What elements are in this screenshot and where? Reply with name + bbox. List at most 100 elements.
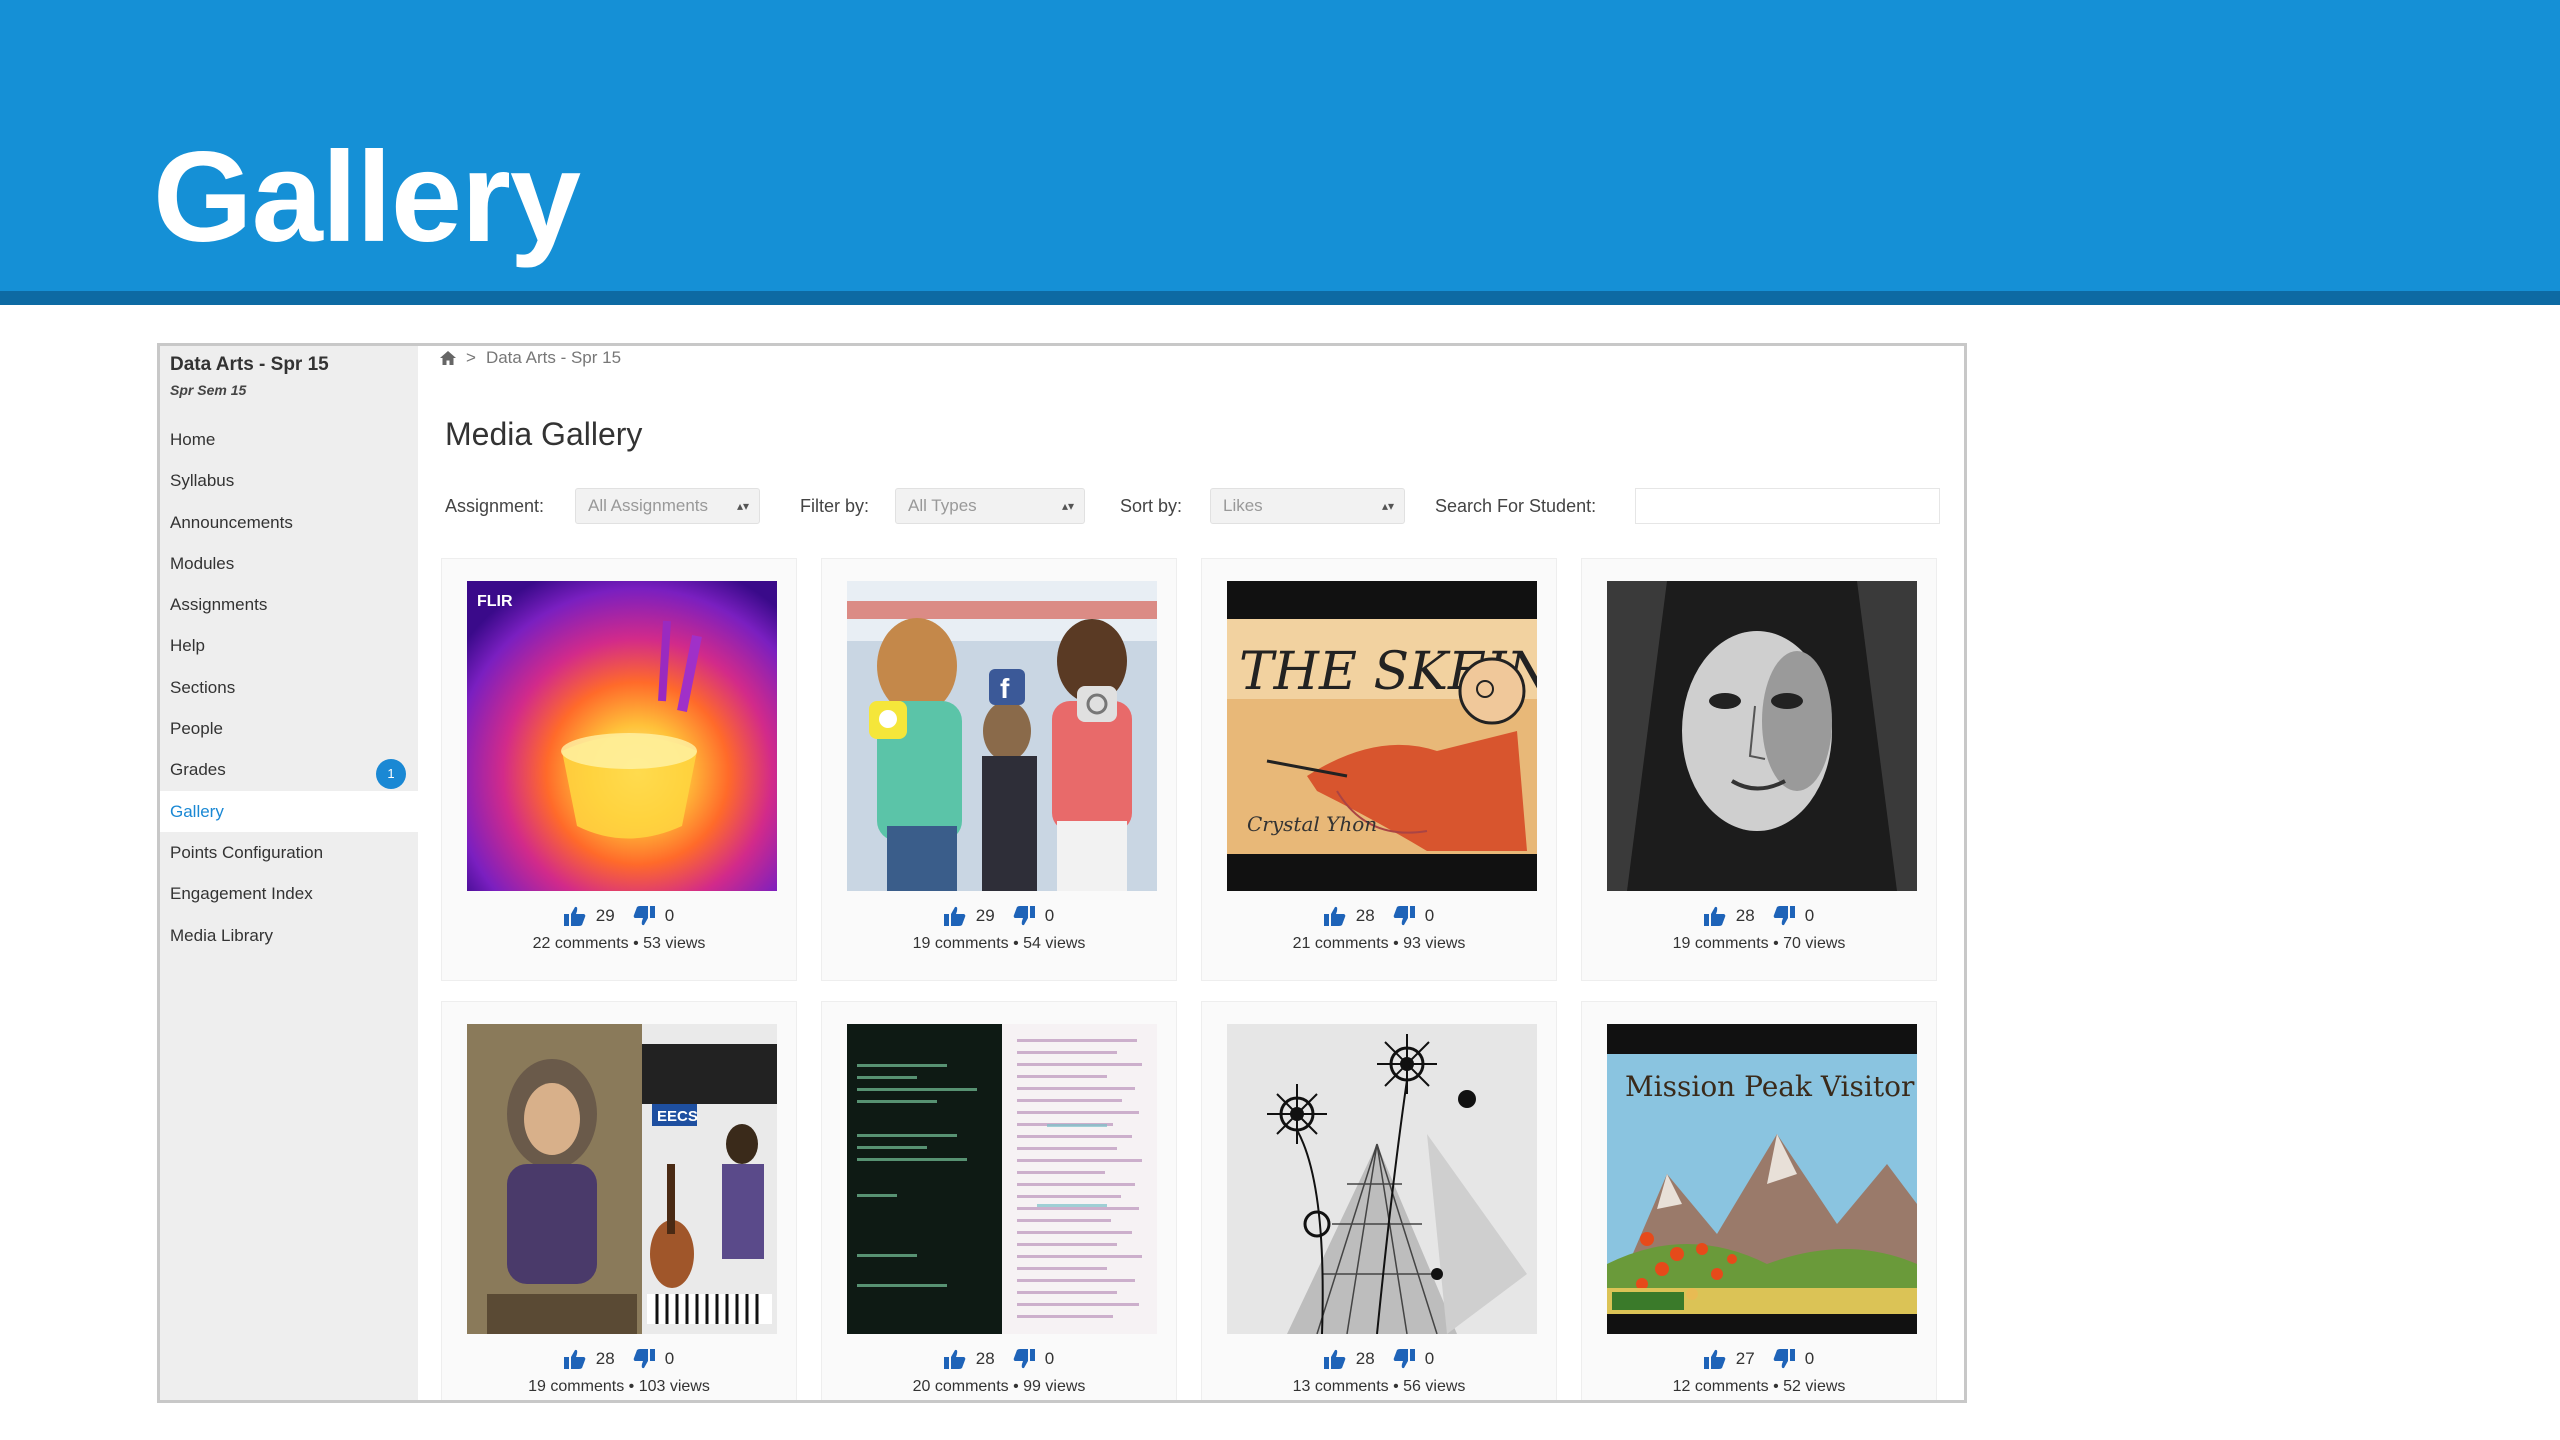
like-count: 28: [1355, 1349, 1375, 1368]
vote-row: 28 0: [1202, 1347, 1556, 1371]
home-icon[interactable]: [440, 351, 456, 365]
like-count: 28: [1735, 906, 1755, 925]
thumbs-down-icon[interactable]: [1773, 906, 1795, 926]
sidebar-item-assignments[interactable]: Assignments: [160, 584, 418, 625]
the-skein-comic-image[interactable]: THE SKEIN Crystal Yhon: [1227, 581, 1537, 891]
media-stats: 29 0 19 comments • 54 views: [822, 904, 1176, 953]
type-filter-label: Filter by:: [800, 496, 870, 516]
media-stats: 28 0 20 comments • 99 views: [822, 1347, 1176, 1396]
media-stats: 28 0 13 comments • 56 views: [1202, 1347, 1556, 1396]
dislike-count: 0: [1804, 906, 1815, 925]
portrait-sketch-image[interactable]: [1607, 581, 1917, 891]
media-card[interactable]: 28 0 13 comments • 56 views: [1201, 1001, 1557, 1400]
thumbs-down-icon[interactable]: [1393, 1349, 1415, 1369]
comments-views: 22 comments • 53 views: [532, 935, 706, 952]
mission-peak-title-art: Mission Peak Visitor: [1625, 1070, 1915, 1103]
sidebar-item-media-library[interactable]: Media Library: [160, 915, 418, 956]
media-card[interactable]: FLIR 29 0 22 comments • 53 views: [441, 558, 797, 981]
dislike-count: 0: [664, 906, 675, 925]
sidebar-item-label: Home: [170, 430, 216, 449]
media-card[interactable]: f 29 0 19 comments • 54 views: [821, 558, 1177, 981]
sidebar-item-engagement-index[interactable]: Engagement Index: [160, 873, 418, 914]
gallery-screenshot: Data Arts - Spr 15 Spr Sem 15 Home Sylla…: [157, 343, 1967, 1403]
thumbs-down-icon[interactable]: [1013, 906, 1035, 926]
comments-views: 13 comments • 56 views: [1292, 1378, 1466, 1395]
vote-row: 27 0: [1582, 1347, 1936, 1371]
comments-views: 19 comments • 70 views: [1672, 935, 1846, 952]
course-nav: Home Syllabus Announcements Modules Assi…: [160, 419, 418, 956]
thumbs-down-icon[interactable]: [1393, 906, 1415, 926]
sidebar-item-gallery[interactable]: Gallery: [160, 790, 418, 832]
sidebar-item-label: Help: [170, 636, 205, 656]
grades-count-badge: 1: [376, 759, 406, 790]
illustration-collage-image[interactable]: EECS: [467, 1024, 777, 1334]
thermal-image[interactable]: FLIR: [467, 581, 777, 891]
sidebar-item-label: Gallery: [170, 801, 224, 821]
sidebar-item-grades[interactable]: Grades 1: [160, 749, 418, 790]
sort-select[interactable]: Likes ▴▾: [1210, 488, 1405, 524]
sidebar-item-label: Modules: [170, 553, 235, 573]
flir-watermark: FLIR: [477, 593, 513, 610]
media-card[interactable]: THE SKEIN Crystal Yhon 28 0 21 comments …: [1201, 558, 1557, 981]
comments-views: 12 comments • 52 views: [1672, 1378, 1846, 1395]
eecs-sign-art: EECS: [657, 1108, 698, 1125]
sidebar-item-modules[interactable]: Modules: [160, 543, 418, 584]
sidebar-item-home[interactable]: Home: [160, 419, 418, 460]
thumbs-down-icon[interactable]: [1773, 1349, 1795, 1369]
sidebar-item-help[interactable]: Help: [160, 625, 418, 666]
sort-label: Sort by:: [1120, 496, 1183, 516]
sidebar-item-label: Sections: [170, 677, 236, 697]
course-title[interactable]: Data Arts - Spr 15: [170, 354, 329, 376]
thumbs-down-icon[interactable]: [1013, 1349, 1035, 1369]
media-card[interactable]: 28 0 19 comments • 70 views: [1581, 558, 1937, 981]
thumbs-up-icon[interactable]: [1323, 906, 1346, 926]
media-stats: 27 0 12 comments • 52 views: [1582, 1347, 1936, 1396]
dislike-count: 0: [1424, 1349, 1435, 1368]
media-card[interactable]: Mission Peak Visitor 27 0 12 comments • …: [1581, 1001, 1937, 1400]
flowers-spiderweb-image[interactable]: [1227, 1024, 1537, 1334]
assignment-select[interactable]: All Assignments ▴▾: [575, 488, 760, 524]
thumbs-up-icon[interactable]: [943, 906, 966, 926]
mission-peak-image[interactable]: Mission Peak Visitor: [1607, 1024, 1917, 1334]
student-search-input[interactable]: [1635, 488, 1940, 524]
course-subtitle: Spr Sem 15: [170, 382, 247, 398]
media-stats: 28 0 19 comments • 70 views: [1582, 904, 1936, 953]
thumbs-up-icon[interactable]: [1703, 906, 1726, 926]
sidebar-item-label: Points Configuration: [170, 842, 324, 862]
sidebar-item-points-configuration[interactable]: Points Configuration: [160, 832, 418, 873]
student-search-label: Search For Student:: [1435, 496, 1597, 516]
page-title: Media Gallery: [445, 416, 643, 452]
media-card[interactable]: 28 0 20 comments • 99 views: [821, 1001, 1177, 1400]
thumbs-down-icon[interactable]: [633, 1349, 655, 1369]
sidebar-item-label: Assignments: [170, 595, 268, 615]
svg-text:f: f: [1000, 673, 1010, 704]
type-filter-select[interactable]: All Types ▴▾: [895, 488, 1085, 524]
sidebar-item-syllabus[interactable]: Syllabus: [160, 460, 418, 501]
social-media-girls-image[interactable]: f: [847, 581, 1157, 891]
media-card[interactable]: EECS 28 0 19 comments • 103 views: [441, 1001, 797, 1400]
vote-row: 28 0: [1202, 904, 1556, 928]
sidebar-item-announcements[interactable]: Announcements: [160, 502, 418, 543]
dislike-count: 0: [1424, 906, 1435, 925]
select-arrows-icon: ▴▾: [736, 499, 749, 513]
dislike-count: 0: [1044, 906, 1055, 925]
like-count: 29: [595, 906, 615, 925]
like-count: 29: [975, 906, 995, 925]
thumbs-up-icon[interactable]: [563, 906, 586, 926]
vote-row: 29 0: [822, 904, 1176, 928]
select-arrows-icon: ▴▾: [1381, 499, 1394, 513]
thumbs-up-icon[interactable]: [563, 1349, 586, 1369]
thumbs-up-icon[interactable]: [943, 1349, 966, 1369]
breadcrumb-current[interactable]: Data Arts - Spr 15: [486, 348, 621, 368]
code-text-image[interactable]: [847, 1024, 1157, 1334]
thumbs-up-icon[interactable]: [1323, 1349, 1346, 1369]
thumbs-up-icon[interactable]: [1703, 1349, 1726, 1369]
sidebar-item-label: Media Library: [170, 925, 273, 945]
thumbs-down-icon[interactable]: [633, 906, 655, 926]
comments-views: 19 comments • 54 views: [912, 935, 1086, 952]
sidebar-item-people[interactable]: People: [160, 708, 418, 749]
select-arrows-icon: ▴▾: [1061, 499, 1074, 513]
dislike-count: 0: [1044, 1349, 1055, 1368]
media-stats: 28 0 21 comments • 93 views: [1202, 904, 1556, 953]
sidebar-item-sections[interactable]: Sections: [160, 667, 418, 708]
